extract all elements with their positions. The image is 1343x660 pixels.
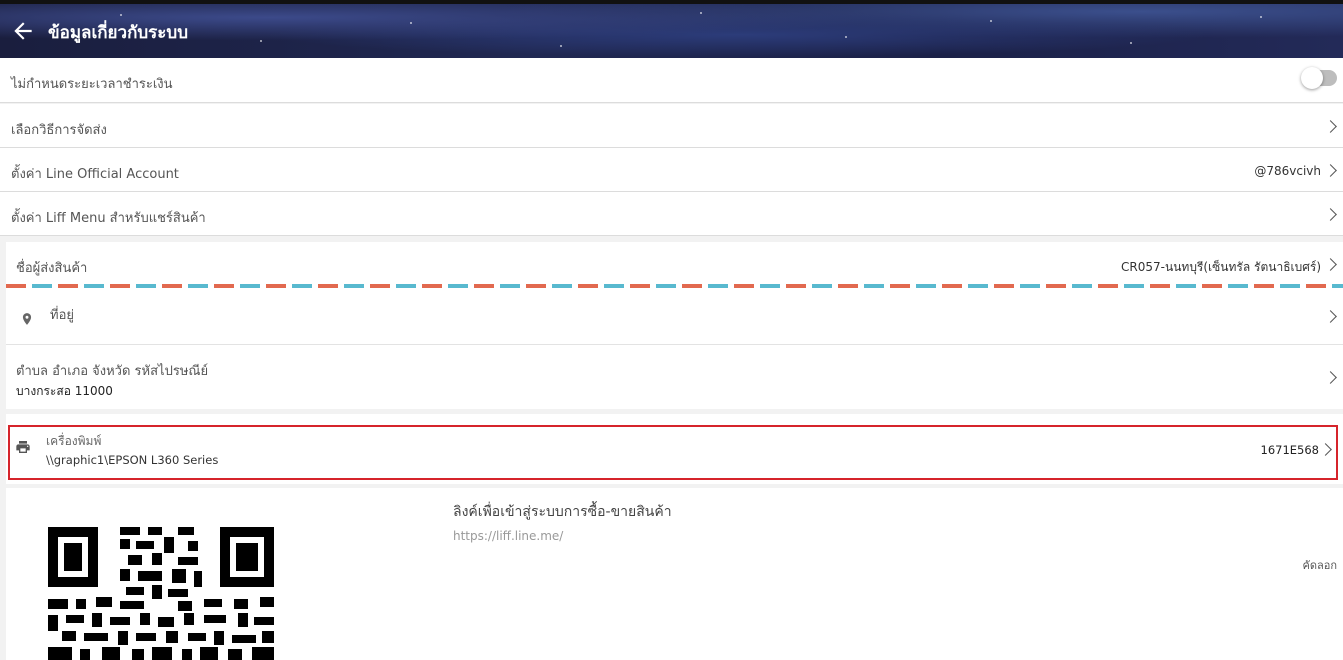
sender-label: ชื่อผู้ส่งสินค้า bbox=[16, 261, 88, 276]
sender-card: ชื่อผู้ส่งสินค้า CR057-นนทบุรี(เซ็นทรัล … bbox=[6, 242, 1343, 409]
star-decoration bbox=[700, 12, 702, 14]
printer-icon bbox=[16, 441, 30, 453]
star-decoration bbox=[410, 22, 412, 24]
no-payment-limit-toggle[interactable] bbox=[1301, 67, 1337, 89]
chevron-right-icon bbox=[1324, 371, 1337, 384]
printer-label: เครื่องพิมพ์ bbox=[46, 434, 102, 448]
printer-path: \\graphic1\EPSON L360 Series bbox=[46, 453, 219, 467]
copy-link-button[interactable]: คัดลอก bbox=[1302, 556, 1337, 574]
liff-link-title: ลิงค์เพื่อเข้าสู่ระบบการซื้อ-ขายสินค้า bbox=[453, 504, 672, 520]
line-oa-value: @786vcivh bbox=[1254, 164, 1321, 178]
star-decoration bbox=[260, 40, 262, 42]
window-top-bar bbox=[0, 0, 1343, 4]
address-label: ที่อยู่ bbox=[50, 308, 74, 323]
star-decoration bbox=[1260, 16, 1262, 18]
no-payment-limit-label: ไม่กำหนดระยะเวลาชำระเงิน bbox=[11, 77, 173, 92]
address-row[interactable]: ที่อยู่ bbox=[6, 290, 1343, 344]
line-oa-label: ตั้งค่า Line Official Account bbox=[11, 167, 179, 182]
qr-code bbox=[48, 527, 274, 660]
district-label: ตำบล อำเภอ จังหวัด รหัสไปรษณีย์ bbox=[16, 364, 209, 379]
district-row[interactable]: ตำบล อำเภอ จังหวัด รหัสไปรษณีย์ บางกระสอ… bbox=[6, 345, 1343, 409]
page-title: ข้อมูลเกี่ยวกับระบบ bbox=[48, 23, 188, 43]
sender-row[interactable]: ชื่อผู้ส่งสินค้า CR057-นนทบุรี(เซ็นทรัล … bbox=[6, 242, 1343, 284]
chevron-right-icon bbox=[1319, 443, 1332, 456]
chevron-right-icon bbox=[1324, 208, 1337, 221]
star-decoration bbox=[560, 45, 562, 47]
shipping-method-row[interactable]: เลือกวิธีการจัดส่ง bbox=[0, 104, 1343, 148]
shipping-method-label: เลือกวิธีการจัดส่ง bbox=[11, 123, 107, 138]
chevron-right-icon bbox=[1324, 310, 1337, 323]
no-payment-limit-row: ไม่กำหนดระยะเวลาชำระเงิน bbox=[0, 58, 1343, 103]
chevron-right-icon bbox=[1324, 120, 1337, 133]
arrow-left-icon[interactable] bbox=[10, 18, 36, 44]
printer-row[interactable]: เครื่องพิมพ์ \\graphic1\EPSON L360 Serie… bbox=[8, 425, 1338, 480]
toggle-knob bbox=[1301, 67, 1323, 89]
star-decoration bbox=[990, 20, 992, 22]
liff-menu-label: ตั้งค่า Liff Menu สำหรับแชร์สินค้า bbox=[11, 211, 206, 226]
line-oa-row[interactable]: ตั้งค่า Line Official Account @786vcivh bbox=[0, 148, 1343, 192]
app-header: ข้อมูลเกี่ยวกับระบบ bbox=[0, 0, 1343, 58]
star-decoration bbox=[120, 14, 122, 16]
chevron-right-icon bbox=[1324, 258, 1337, 271]
liff-menu-row[interactable]: ตั้งค่า Liff Menu สำหรับแชร์สินค้า bbox=[0, 192, 1343, 236]
liff-link-url[interactable]: https://liff.line.me/ bbox=[453, 529, 563, 543]
sender-value: CR057-นนทบุรี(เซ็นทรัล รัตนาธิเบศร์) bbox=[1121, 260, 1321, 274]
district-value: บางกระสอ 11000 bbox=[16, 384, 113, 398]
printer-code: 1671E568 bbox=[1260, 443, 1319, 457]
location-pin-icon bbox=[22, 313, 32, 325]
star-decoration bbox=[1130, 42, 1132, 44]
chevron-right-icon bbox=[1324, 164, 1337, 177]
star-decoration bbox=[845, 36, 847, 38]
airmail-stripe-divider bbox=[6, 284, 1343, 288]
